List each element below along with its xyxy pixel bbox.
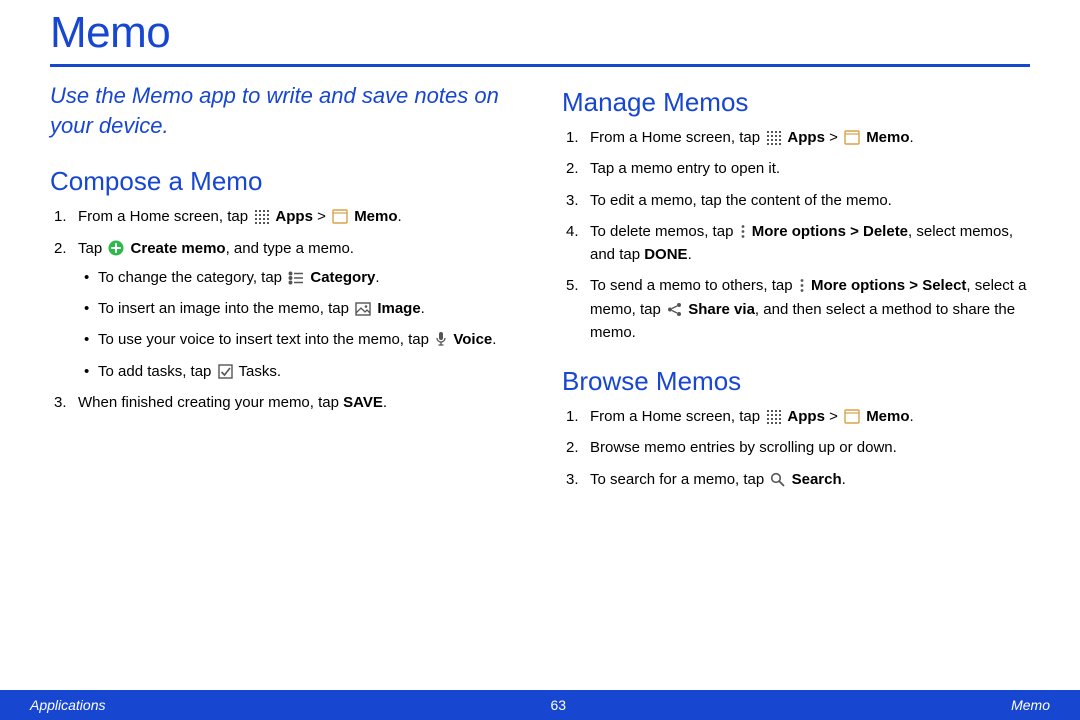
apps-label: Apps <box>787 129 825 146</box>
text: , and type a memo. <box>226 240 354 257</box>
compose-step-2: Tap Create memo, and type a memo. To cha… <box>50 237 518 383</box>
memo-label: Memo <box>866 408 909 425</box>
text: From a Home screen, tap <box>78 208 252 225</box>
text: From a Home screen, tap <box>590 129 764 146</box>
text: > <box>313 208 330 225</box>
compose-sub-category: To change the category, tap Category. <box>78 266 518 289</box>
text: . <box>910 408 914 425</box>
search-label: Search <box>792 471 842 488</box>
image-label: Image <box>377 300 420 317</box>
footer-topic: Memo <box>1011 697 1050 713</box>
text: . <box>383 394 387 411</box>
footer-section: Applications <box>30 697 106 713</box>
compose-step-1: From a Home screen, tap Apps > Memo. <box>50 205 518 228</box>
text: . <box>398 208 402 225</box>
footer-page-number: 63 <box>551 697 567 713</box>
text: . <box>492 331 496 348</box>
browse-step-3: To search for a memo, tap Search. <box>562 468 1030 491</box>
lead-text: Use the Memo app to write and save notes… <box>50 81 518 140</box>
memo-icon <box>844 409 860 424</box>
text: . <box>910 129 914 146</box>
browse-heading: Browse Memos <box>562 366 1030 397</box>
apps-label: Apps <box>275 208 313 225</box>
compose-sub-voice: To use your voice to insert text into th… <box>78 328 518 351</box>
more-icon <box>799 278 805 293</box>
more-delete-label: More options > Delete <box>752 223 908 240</box>
compose-steps: From a Home screen, tap Apps > Memo. Tap… <box>50 205 518 414</box>
text: . <box>421 300 425 317</box>
memo-label: Memo <box>354 208 397 225</box>
compose-heading: Compose a Memo <box>50 166 518 197</box>
text: . <box>688 246 692 263</box>
tasks-icon <box>218 364 233 379</box>
left-column: Use the Memo app to write and save notes… <box>50 81 518 499</box>
manage-step-5: To send a memo to others, tap More optio… <box>562 274 1030 344</box>
voice-icon <box>435 331 447 347</box>
text: To change the category, tap <box>98 269 286 286</box>
compose-sub-tasks: To add tasks, tap Tasks. <box>78 360 518 383</box>
text: When finished creating your memo, tap <box>78 394 343 411</box>
manage-step-1: From a Home screen, tap Apps > Memo. <box>562 126 1030 149</box>
apps-icon <box>254 209 269 224</box>
compose-sub-image: To insert an image into the memo, tap Im… <box>78 297 518 320</box>
apps-icon <box>766 130 781 145</box>
text: . <box>842 471 846 488</box>
compose-step-3: When finished creating your memo, tap SA… <box>50 391 518 414</box>
memo-label: Memo <box>866 129 909 146</box>
memo-icon <box>332 209 348 224</box>
category-label: Category <box>310 269 375 286</box>
text: To delete memos, tap <box>590 223 738 240</box>
memo-icon <box>844 130 860 145</box>
browse-step-1: From a Home screen, tap Apps > Memo. <box>562 405 1030 428</box>
manage-step-3: To edit a memo, tap the content of the m… <box>562 189 1030 212</box>
manage-steps: From a Home screen, tap Apps > Memo. Tap… <box>562 126 1030 344</box>
text: Tap <box>78 240 106 257</box>
share-via-label: Share via <box>688 301 755 318</box>
text: To send a memo to others, tap <box>590 277 797 294</box>
create-memo-label: Create memo <box>131 240 226 257</box>
browse-steps: From a Home screen, tap Apps > Memo. Bro… <box>562 405 1030 491</box>
manage-step-2: Tap a memo entry to open it. <box>562 157 1030 180</box>
tasks-label: Tasks. <box>235 363 281 380</box>
browse-step-2: Browse memo entries by scrolling up or d… <box>562 436 1030 459</box>
text: To search for a memo, tap <box>590 471 768 488</box>
more-select-label: More options > Select <box>811 277 966 294</box>
save-label: SAVE <box>343 394 383 411</box>
text: > <box>825 129 842 146</box>
right-column: Manage Memos From a Home screen, tap App… <box>562 81 1030 499</box>
plus-icon <box>108 240 124 256</box>
image-icon <box>355 302 371 316</box>
text: To insert an image into the memo, tap <box>98 300 353 317</box>
voice-label: Voice <box>453 331 492 348</box>
content-columns: Use the Memo app to write and save notes… <box>50 81 1030 499</box>
category-icon <box>288 271 304 285</box>
done-label: DONE <box>644 246 687 263</box>
apps-label: Apps <box>787 408 825 425</box>
text: To add tasks, tap <box>98 363 216 380</box>
text: To use your voice to insert text into th… <box>98 331 433 348</box>
compose-sublist: To change the category, tap Category. To… <box>78 266 518 383</box>
more-icon <box>740 224 746 239</box>
text: From a Home screen, tap <box>590 408 764 425</box>
text: . <box>375 269 379 286</box>
search-icon <box>770 472 785 487</box>
title-rule <box>50 64 1030 67</box>
manage-step-4: To delete memos, tap More options > Dele… <box>562 220 1030 267</box>
share-icon <box>667 302 682 317</box>
page-title: Memo <box>50 0 1030 58</box>
apps-icon <box>766 409 781 424</box>
manage-heading: Manage Memos <box>562 87 1030 118</box>
text: > <box>825 408 842 425</box>
page-footer: Applications 63 Memo <box>0 690 1080 720</box>
